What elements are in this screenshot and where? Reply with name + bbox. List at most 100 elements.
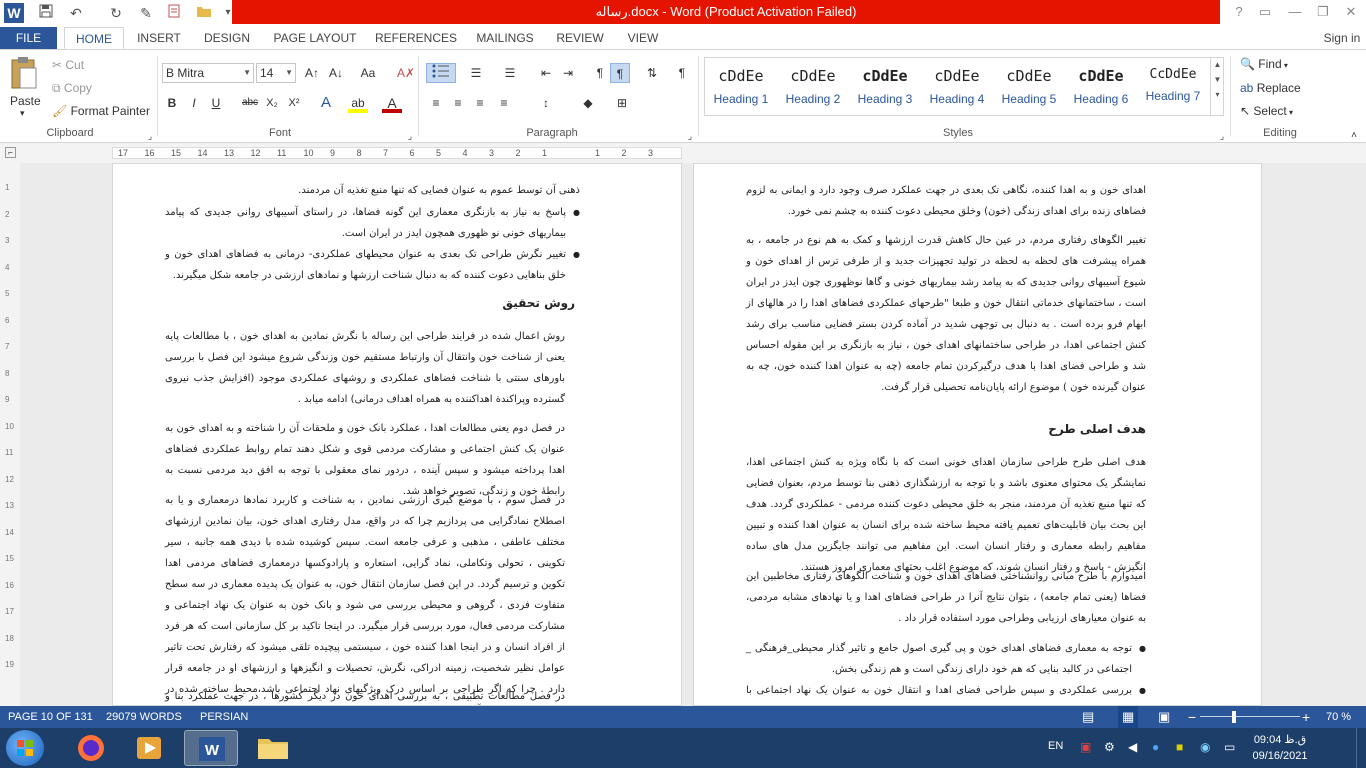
clear-formatting-button[interactable]: A✗: [396, 63, 416, 83]
paste-button[interactable]: Paste: [10, 94, 41, 108]
word-app-icon[interactable]: W: [4, 3, 24, 23]
page-right[interactable]: اهدای خون و به اهدا کننده، نگاهی تک بعدی…: [693, 163, 1262, 706]
tray-monitor-icon[interactable]: ▭: [1224, 740, 1235, 754]
word-count[interactable]: 29079 WORDS: [106, 706, 182, 728]
web-layout-icon[interactable]: ▣: [1158, 706, 1170, 728]
replace-button[interactable]: ab Replace: [1240, 81, 1301, 95]
clock[interactable]: 09:04 ق.ظ 09/16/2021: [1250, 732, 1310, 764]
save-icon[interactable]: [36, 3, 56, 23]
find-button[interactable]: 🔍 Find ▾: [1240, 57, 1288, 71]
select-button[interactable]: ↖ Select ▾: [1240, 104, 1293, 118]
text-effects-button[interactable]: A: [316, 93, 336, 113]
font-color-button[interactable]: A: [382, 93, 402, 113]
tray-network-icon[interactable]: ⚙: [1104, 740, 1115, 754]
show-desktop-button[interactable]: [1356, 728, 1366, 768]
word-taskbar-button[interactable]: W: [184, 730, 238, 766]
italic-button[interactable]: I: [184, 93, 204, 113]
paste-dropdown-icon[interactable]: ▾: [20, 108, 25, 119]
font-size-combo[interactable]: 14 ▼: [256, 63, 296, 83]
numbering-icon[interactable]: ☰: [466, 63, 486, 83]
rtl-icon[interactable]: ¶: [610, 63, 630, 83]
format-painter-button[interactable]: 🖌 Format Painter: [52, 104, 150, 118]
print-layout-icon[interactable]: ▦: [1118, 706, 1139, 728]
tray-bluetooth-icon[interactable]: ●: [1152, 740, 1159, 754]
help-icon[interactable]: ?: [1226, 2, 1252, 22]
sign-in-link[interactable]: Sign in: [1320, 27, 1364, 49]
subscript-button[interactable]: X₂: [262, 93, 282, 113]
bold-button[interactable]: B: [162, 93, 182, 113]
multilevel-list-icon[interactable]: ☰: [500, 63, 520, 83]
zoom-in-icon[interactable]: +: [1302, 706, 1310, 728]
zoom-slider-thumb[interactable]: [1231, 711, 1236, 723]
style-heading-1[interactable]: cDdEe Heading 1: [705, 58, 777, 115]
styles-scroll[interactable]: ▲ ▼ ▾: [1210, 58, 1224, 115]
bullets-button[interactable]: [426, 63, 456, 83]
tray-volume-icon[interactable]: ◀: [1128, 740, 1137, 754]
page-count[interactable]: PAGE 10 OF 131: [8, 706, 93, 728]
show-marks-button[interactable]: ¶: [672, 63, 692, 83]
tab-page-layout[interactable]: PAGE LAYOUT: [268, 27, 362, 49]
tray-security-icon[interactable]: ▣: [1080, 740, 1091, 754]
style-heading-7[interactable]: CcDdEe Heading 7: [1137, 58, 1209, 115]
open-folder-icon[interactable]: [194, 3, 214, 23]
start-button[interactable]: [6, 730, 44, 766]
highlight-button[interactable]: ab: [348, 93, 368, 113]
decrease-indent-icon[interactable]: ⇤: [536, 63, 556, 83]
style-heading-5[interactable]: cDdEe Heading 5: [993, 58, 1065, 115]
input-language[interactable]: EN: [1048, 740, 1063, 752]
increase-indent-icon[interactable]: ⇥: [558, 63, 578, 83]
grow-font-button[interactable]: A↑: [302, 63, 322, 83]
justify-icon[interactable]: ≡: [494, 93, 514, 113]
align-right-icon[interactable]: ≡: [470, 93, 490, 113]
shrink-font-button[interactable]: A↓: [326, 63, 346, 83]
title-bar: W ↶ ↻ ✎ ▾ رساله.docx - Word (Product Act…: [0, 0, 1366, 27]
tab-insert[interactable]: INSERT: [132, 27, 186, 49]
tray-edge-icon[interactable]: ◉: [1200, 740, 1210, 754]
media-player-taskbar-button[interactable]: [122, 730, 176, 766]
tab-mailings[interactable]: MAILINGS: [470, 27, 540, 49]
tray-notes-icon[interactable]: ■: [1176, 740, 1183, 754]
zoom-level[interactable]: 70 %: [1326, 706, 1351, 728]
font-name-combo[interactable]: B Mitra ▼: [162, 63, 254, 83]
tab-selector-icon[interactable]: ⌐: [5, 147, 16, 158]
redo-icon[interactable]: ↻: [106, 3, 126, 23]
shading-icon[interactable]: ◆: [578, 93, 598, 113]
tab-review[interactable]: REVIEW: [552, 27, 608, 49]
style-heading-3[interactable]: cDdEe Heading 3: [849, 58, 921, 115]
tab-home[interactable]: HOME: [64, 27, 124, 49]
change-case-button[interactable]: Aa: [354, 63, 382, 83]
edit-icon[interactable]: ✎: [136, 3, 156, 23]
zoom-out-icon[interactable]: −: [1188, 706, 1196, 728]
sort-icon[interactable]: ⇅: [642, 63, 662, 83]
tab-file[interactable]: FILE: [0, 27, 57, 49]
copy-button[interactable]: ⧉ Copy: [52, 81, 92, 96]
page-left[interactable]: ذهنی آن توسط عموم به عنوان فضایی که تنها…: [112, 163, 682, 706]
align-center-icon[interactable]: ≡: [448, 93, 468, 113]
underline-button[interactable]: U: [206, 93, 226, 113]
tab-design[interactable]: DESIGN: [198, 27, 256, 49]
cut-button[interactable]: ✂ Cut: [52, 58, 84, 72]
style-heading-6[interactable]: cDdEe Heading 6: [1065, 58, 1137, 115]
language-indicator[interactable]: PERSIAN: [200, 706, 248, 728]
tab-view[interactable]: VIEW: [620, 27, 666, 49]
undo-icon[interactable]: ↶: [66, 3, 86, 23]
firefox-taskbar-button[interactable]: [64, 730, 118, 766]
style-heading-4[interactable]: cDdEe Heading 4: [921, 58, 993, 115]
explorer-taskbar-button[interactable]: [246, 730, 300, 766]
align-left-icon[interactable]: ≡: [426, 93, 446, 113]
new-doc-icon[interactable]: [164, 3, 184, 23]
paste-icon[interactable]: [8, 56, 44, 96]
superscript-button[interactable]: X²: [284, 93, 304, 113]
ribbon-display-icon[interactable]: ▭: [1252, 2, 1278, 22]
zoom-slider[interactable]: [1200, 716, 1300, 717]
style-heading-2[interactable]: cDdEe Heading 2: [777, 58, 849, 115]
borders-icon[interactable]: ⊞: [612, 93, 632, 113]
maximize-icon[interactable]: ❐: [1310, 2, 1336, 22]
line-spacing-icon[interactable]: ↕: [536, 93, 556, 113]
close-icon[interactable]: ✕: [1338, 2, 1364, 22]
read-mode-icon[interactable]: ▤: [1082, 706, 1094, 728]
tab-references[interactable]: REFERENCES: [374, 27, 458, 49]
strikethrough-button[interactable]: abc: [240, 93, 260, 113]
ltr-icon[interactable]: ¶: [590, 63, 610, 83]
minimize-icon[interactable]: —: [1282, 2, 1308, 22]
